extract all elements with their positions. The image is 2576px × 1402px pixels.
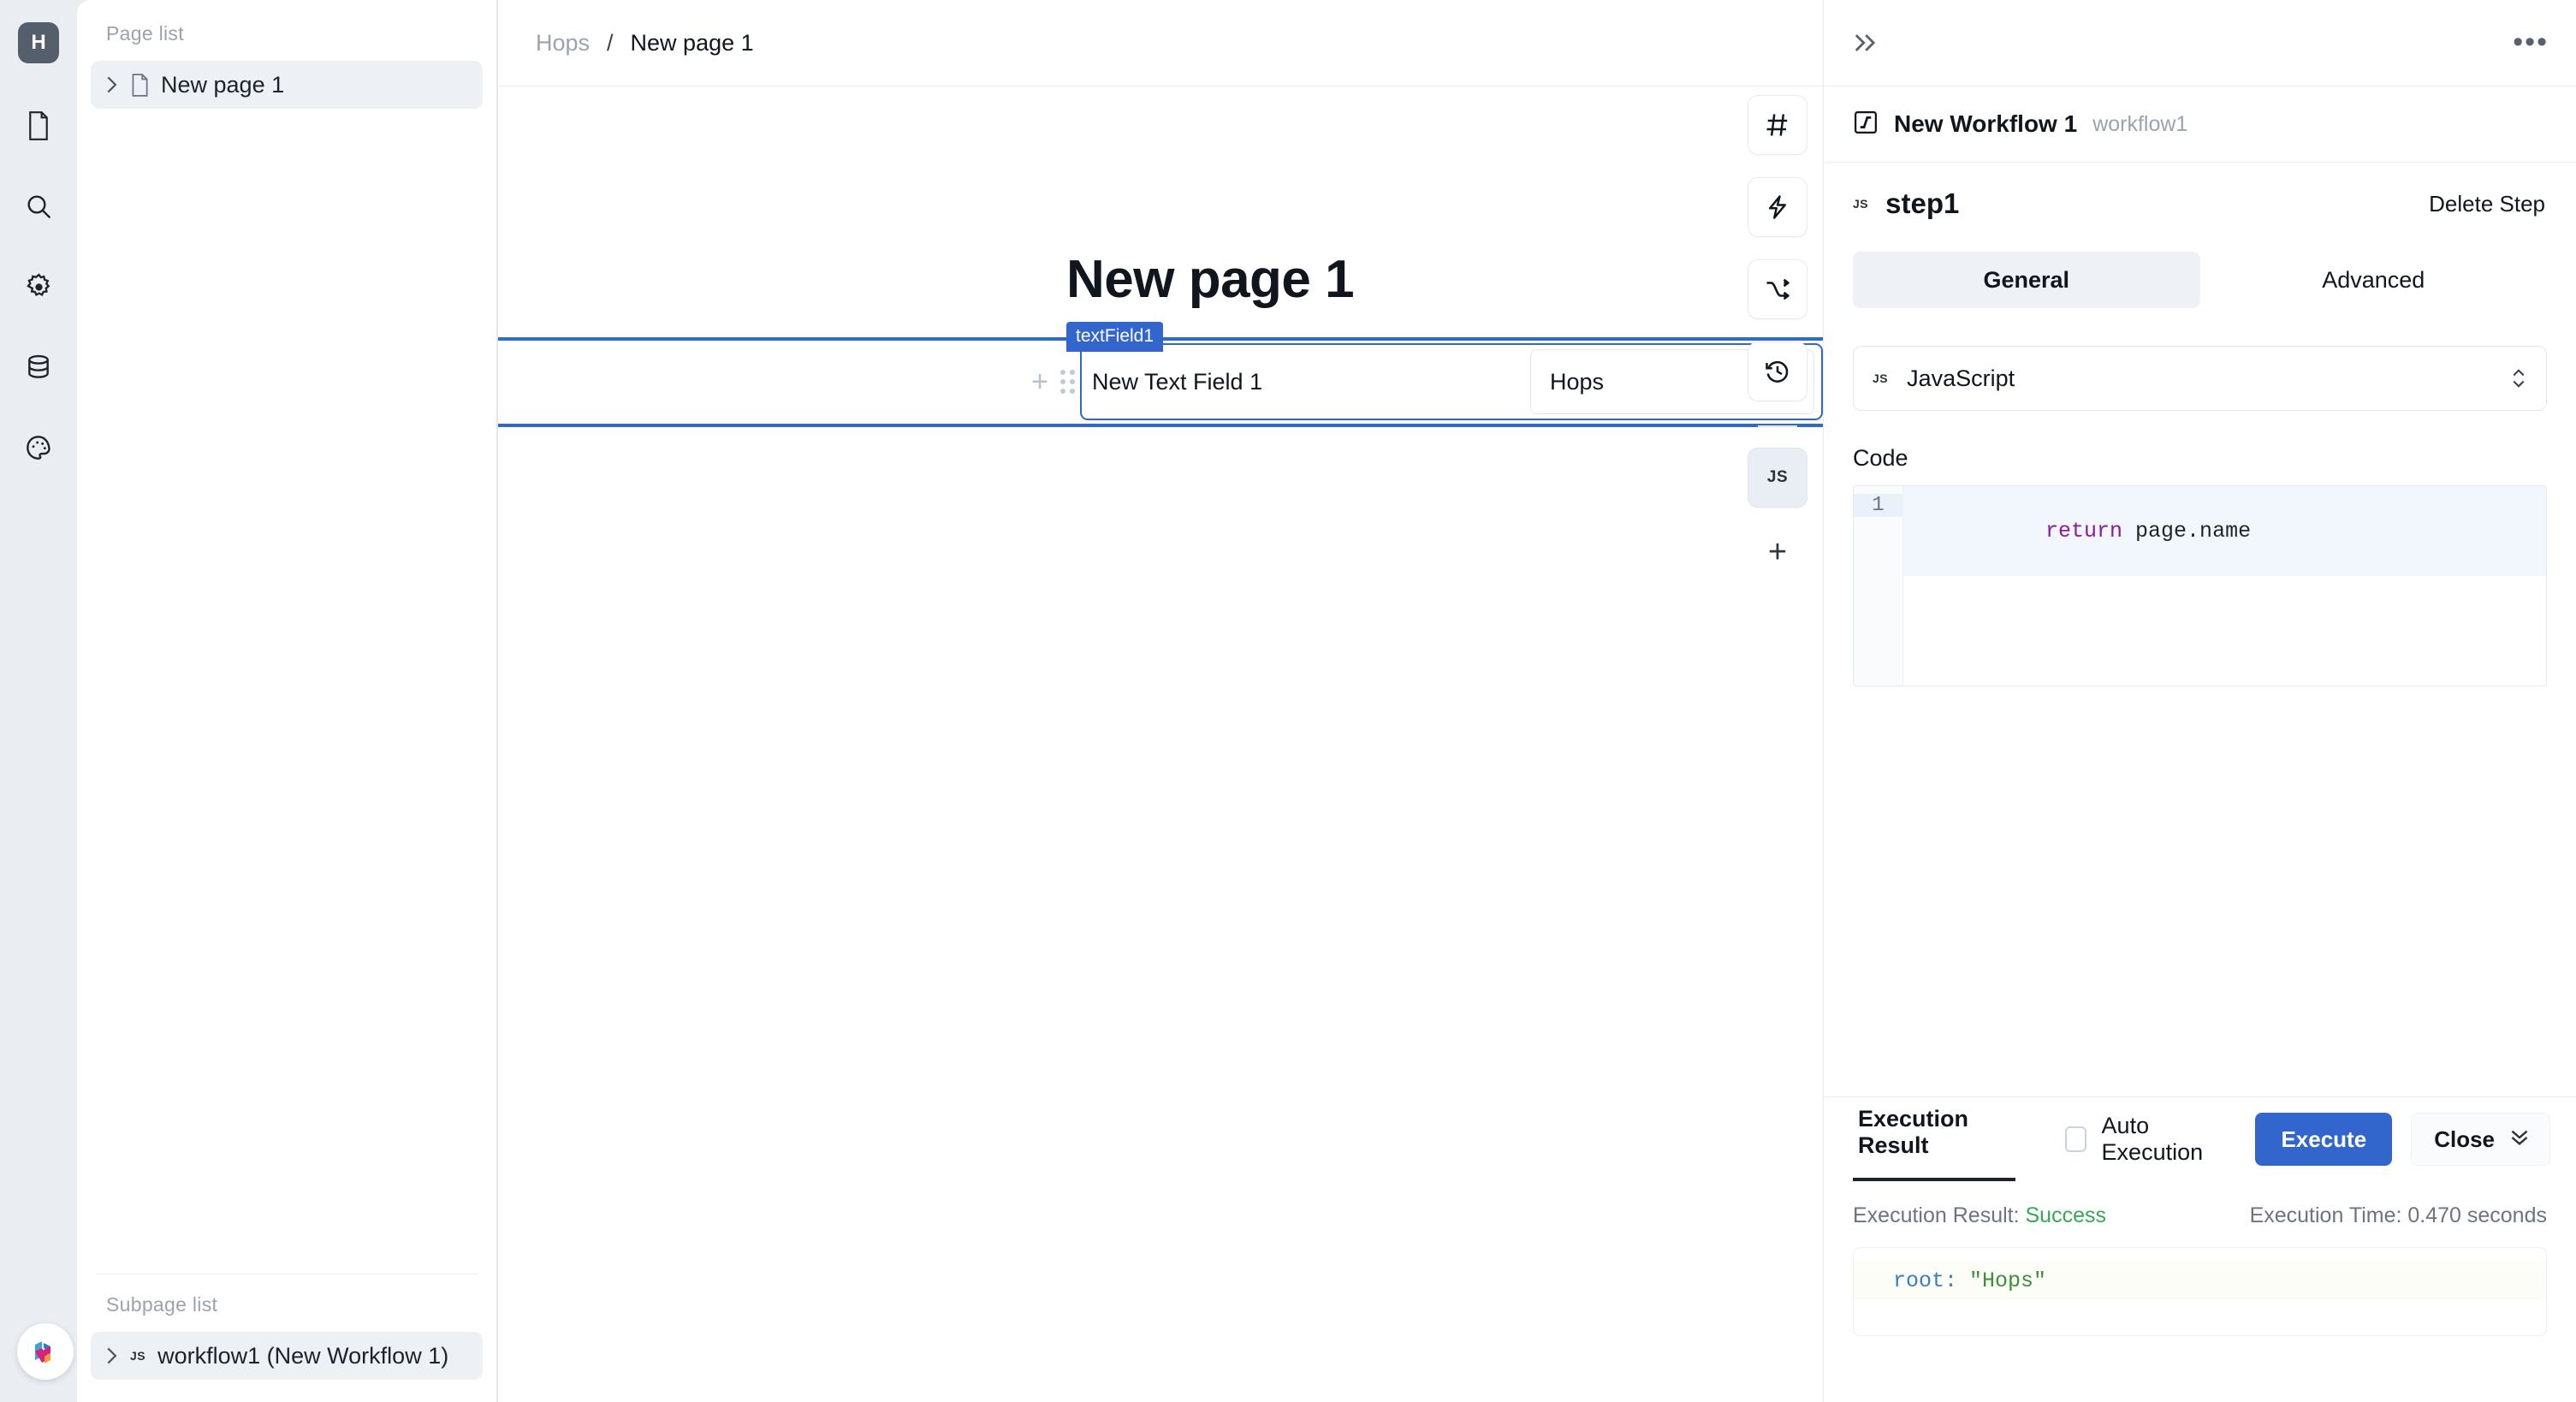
add-row-button[interactable]: + [1025, 367, 1054, 396]
output-value: "Hops" [1969, 1268, 2047, 1293]
result-prefix: Execution Result: [1853, 1203, 2020, 1227]
form-row: + New Text Field 1 Hops [1025, 341, 1823, 423]
text-field-label: New Text Field 1 [1092, 368, 1263, 395]
page-list-sidebar: Page list New page 1 Subpage list JS wor [77, 0, 496, 1402]
brand-logo[interactable] [17, 1323, 74, 1380]
language-select-value: JavaScript [1907, 365, 2015, 391]
execution-time: Execution Time: 0.470 seconds [2249, 1203, 2547, 1227]
subpage-list-heading: Subpage list [106, 1293, 218, 1316]
text-field-component[interactable]: New Text Field 1 Hops [1080, 343, 1823, 420]
sidebar-item-new-page-1[interactable]: New page 1 [91, 61, 483, 109]
sidebar-item-label: New page 1 [161, 71, 285, 98]
auto-execution-checkbox[interactable] [2064, 1126, 2086, 1152]
code-gutter: 1 [1854, 486, 1903, 686]
gear-icon[interactable] [15, 264, 62, 310]
workflow-title: New Workflow 1 [1894, 110, 2078, 137]
output-key: root: [1893, 1268, 1958, 1293]
chevron-updown-icon[interactable] [2510, 365, 2527, 391]
chevron-right-icon[interactable] [104, 1346, 118, 1365]
workflow-header: New Workflow 1 workflow1 [1824, 86, 2576, 163]
close-button[interactable]: Close [2411, 1113, 2550, 1166]
workflow-panel: ••• New Workflow 1 workflow1 JS step1 De… [1823, 0, 2576, 1402]
page-canvas: New page 1 textField1 + New Text Field 1… [498, 86, 1823, 1402]
hash-icon[interactable] [1748, 95, 1807, 155]
history-icon[interactable] [1748, 342, 1807, 401]
workspace-logo-button[interactable]: H [18, 22, 59, 63]
chevron-right-icon[interactable] [104, 75, 118, 94]
panel-tabs: General Advanced [1853, 252, 2547, 308]
auto-execution-toggle[interactable]: Auto Execution [2064, 1113, 2225, 1166]
step-name: step1 [1885, 187, 1960, 219]
page-file-icon [130, 73, 149, 97]
execution-output-box: root: "Hops" [1853, 1247, 2547, 1336]
panel-spacer [1824, 686, 2576, 1096]
breadcrumb-leaf[interactable]: New page 1 [631, 30, 754, 56]
component-tag-badge: textField1 [1066, 322, 1164, 352]
palette-icon[interactable] [15, 425, 62, 471]
code-label: Code [1853, 445, 1908, 471]
result-status: Success [2025, 1203, 2106, 1227]
js-icon: JS [130, 1349, 146, 1363]
canvas-panel: Hops / New page 1 New page 1 textField1 … [496, 0, 1823, 1402]
tab-general[interactable]: General [1853, 252, 2200, 308]
language-select[interactable]: JS JavaScript [1853, 346, 2547, 411]
execution-result-body: Execution Result: Success Execution Time… [1824, 1181, 2576, 1402]
breadcrumb-separator: / [607, 29, 614, 56]
document-icon[interactable] [15, 103, 62, 149]
lightning-icon[interactable] [1748, 177, 1807, 237]
js-badge-label: JS [1766, 468, 1789, 486]
canvas-toolbar: JS + [1748, 95, 1807, 574]
panel-header: ••• [1824, 0, 2576, 86]
step-header: JS step1 Delete Step [1824, 163, 2576, 245]
execution-toolbar: Execution Result Auto Execution Execute … [1824, 1096, 2576, 1181]
search-icon[interactable] [15, 183, 62, 229]
delete-step-button[interactable]: Delete Step [2429, 191, 2545, 217]
tab-execution-result[interactable]: Execution Result [1853, 1106, 2015, 1181]
code-keyword: return [2045, 519, 2123, 544]
sidebar-item-workflow1[interactable]: JS workflow1 (New Workflow 1) [91, 1332, 483, 1380]
subpage-list-section: Subpage list JS workflow1 (New Workflow … [77, 1274, 496, 1402]
execute-button[interactable]: Execute [2255, 1113, 2393, 1166]
close-button-label: Close [2434, 1126, 2495, 1152]
page-title: New page 1 [1066, 250, 1355, 309]
line-number: 1 [1854, 494, 1902, 517]
sidebar-item-label: workflow1 (New Workflow 1) [157, 1342, 449, 1369]
add-step-button[interactable]: + [1748, 530, 1807, 574]
collapse-panel-icon[interactable] [1853, 33, 1877, 53]
breadcrumb-root[interactable]: Hops [536, 30, 590, 56]
more-options-icon[interactable]: ••• [2513, 28, 2549, 56]
workflow-id: workflow1 [2092, 111, 2188, 136]
breadcrumb: Hops / New page 1 [498, 0, 1823, 86]
auto-execution-label: Auto Execution [2101, 1113, 2204, 1165]
tab-advanced[interactable]: Advanced [2200, 252, 2548, 308]
workflow-icon [1853, 110, 1879, 140]
js-icon[interactable]: JS [1748, 448, 1807, 508]
icon-rail: H [0, 0, 77, 1402]
drag-handle-icon[interactable] [1054, 370, 1080, 394]
code-expression: page.name [2122, 519, 2252, 544]
js-icon: JS [1873, 371, 1889, 385]
execution-result-summary: Execution Result: Success Execution Time… [1853, 1203, 2547, 1228]
database-icon[interactable] [15, 344, 62, 390]
app-root: H Page list New page 1 Subpage list JS w… [0, 0, 2576, 1402]
js-icon: JS [1853, 197, 1869, 211]
output-row: root: "Hops" [1854, 1262, 2546, 1300]
toolbar-divider [1758, 425, 1797, 427]
code-editor[interactable]: 1 return page.name [1853, 485, 2547, 686]
page-list-heading: Page list [106, 22, 184, 45]
branch-icon[interactable] [1748, 259, 1807, 319]
code-line: return page.name [1903, 486, 2546, 576]
chevron-double-down-icon [2508, 1126, 2531, 1153]
workspace-logo-label: H [31, 31, 46, 54]
code-area[interactable]: return page.name [1903, 486, 2546, 686]
